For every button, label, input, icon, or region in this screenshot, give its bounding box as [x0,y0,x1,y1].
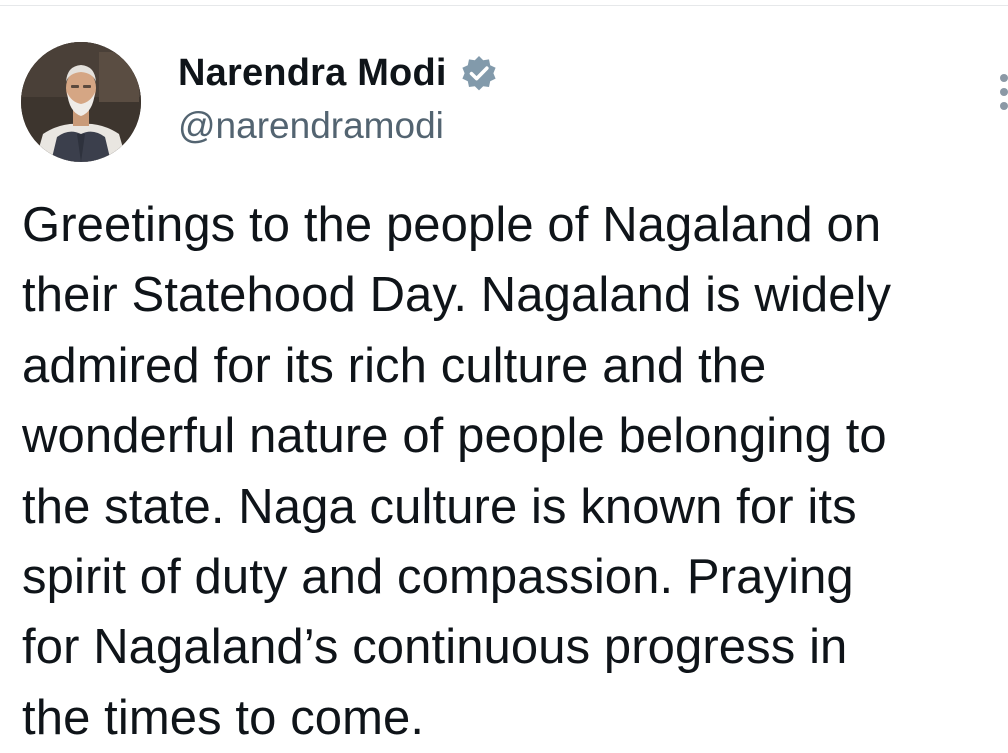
author-handle[interactable]: @narendramodi [178,104,444,148]
tweet-text-line: admired for its rich culture and the [22,338,767,393]
tweet-text-line: the times to come. [22,690,425,745]
tweet-text-line: the state. Naga culture is known for its [22,479,857,534]
avatar[interactable] [21,42,141,162]
more-options-icon[interactable] [995,72,1008,112]
tweet-text-line: their Statehood Day. Nagaland is widely [22,268,892,323]
top-divider [0,5,1008,6]
author-display-name[interactable]: Narendra Modi [178,50,447,96]
verified-badge-icon [459,54,499,94]
tweet-text-line: wonderful nature of people belonging to [22,409,887,464]
author-name-row: Narendra Modi [178,48,499,98]
profile-photo [21,42,141,162]
tweet-text-line: spirit of duty and compassion. Praying [22,549,854,604]
tweet-text-line: Greetings to the people of Nagaland on [22,198,882,252]
tweet-body: Greetings to the people of Nagaland on t… [22,190,1008,753]
tweet-text-line: for Nagaland’s continuous progress in [22,620,848,675]
